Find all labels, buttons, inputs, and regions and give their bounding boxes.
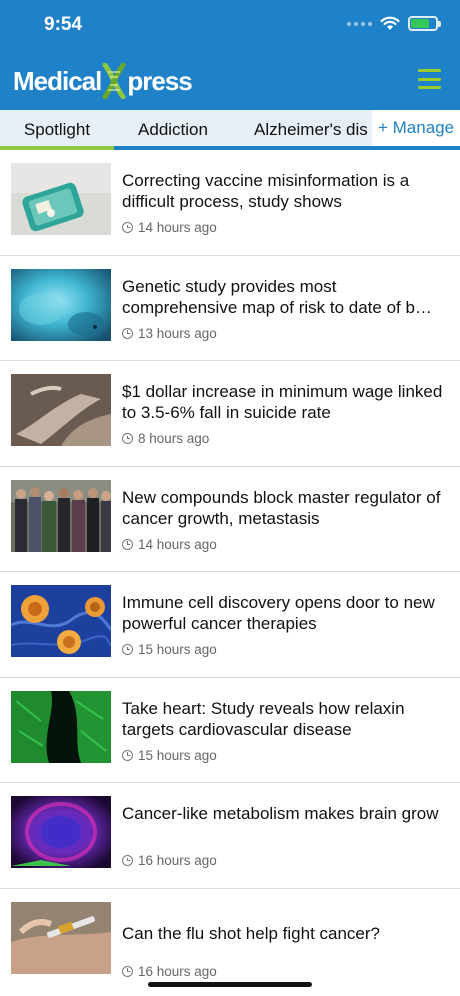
article-meta: 15 hours ago — [122, 748, 217, 763]
article-headline: Can the flu shot help fight cancer? — [122, 923, 380, 943]
article-time: 15 hours ago — [138, 747, 217, 763]
category-tabs: Spotlight Addiction Alzheimer's dis + Ma… — [0, 110, 460, 150]
article-headline: Cancer-like metabolism makes brain grow — [122, 804, 439, 823]
article-meta: 14 hours ago — [122, 220, 217, 235]
status-icons — [347, 16, 441, 31]
status-bar: 9:54 — [0, 0, 460, 50]
vaccine-card-image — [11, 163, 111, 235]
cellular-signal-icon — [347, 21, 372, 26]
article-time: 16 hours ago — [138, 963, 217, 979]
article-list: Correcting vaccine misinformation is a d… — [0, 150, 460, 994]
tab-alzheimers[interactable]: Alzheimer's dis — [254, 110, 376, 150]
article-headline: $1 dollar increase in minimum wage linke… — [122, 382, 443, 422]
article-headline: Correcting vaccine misinformation is a d… — [122, 171, 410, 211]
hands-image — [11, 374, 111, 446]
article-item[interactable]: Immune cell discovery opens door to new … — [0, 572, 460, 678]
clock-icon — [122, 327, 133, 339]
article-item[interactable]: New compounds block master regulator of … — [0, 467, 460, 572]
clock-icon — [122, 749, 133, 761]
article-item[interactable]: $1 dollar increase in minimum wage linke… — [0, 361, 460, 467]
article-time: 16 hours ago — [138, 853, 217, 868]
green-fluorescent-image — [11, 690, 111, 763]
article-meta: 16 hours ago — [122, 853, 217, 868]
tab-spotlight[interactable]: Spotlight — [0, 110, 114, 150]
logo-text-right: press — [127, 65, 192, 96]
injection-image — [11, 901, 111, 974]
article-time: 13 hours ago — [138, 325, 217, 341]
article-time: 8 hours ago — [138, 431, 210, 446]
manage-tabs-button[interactable]: + Manage — [372, 110, 460, 146]
article-meta: 8 hours ago — [122, 431, 209, 446]
logo-dna-x-icon — [102, 63, 126, 99]
article-meta: 16 hours ago — [122, 964, 217, 979]
cells-illustration — [11, 585, 111, 657]
article-item[interactable]: Genetic study provides most comprehensiv… — [0, 256, 460, 361]
article-headline: Genetic study provides most comprehensiv… — [122, 276, 432, 317]
article-time: 14 hours ago — [138, 536, 217, 552]
article-item[interactable]: Cancer-like metabolism makes brain grow … — [0, 783, 460, 889]
article-meta: 15 hours ago — [122, 642, 217, 657]
clock-icon — [122, 855, 133, 866]
hamburger-menu-icon[interactable] — [418, 69, 441, 89]
home-indicator[interactable] — [148, 982, 312, 987]
clock-icon — [122, 433, 133, 444]
research-group-photo — [11, 479, 111, 552]
clock-icon — [122, 222, 133, 233]
article-item[interactable]: Can the flu shot help fight cancer? 16 h… — [0, 889, 460, 995]
article-headline: Immune cell discovery opens door to new … — [122, 593, 435, 633]
blue-tissue-image — [11, 268, 111, 341]
status-time: 9:54 — [44, 14, 83, 35]
app-header: 9:54 Medical press — [0, 0, 460, 110]
medicalxpress-logo: Medical press — [13, 63, 193, 99]
article-headline: New compounds block master regulator of … — [122, 487, 441, 528]
clock-icon — [122, 644, 133, 655]
article-time: 15 hours ago — [138, 642, 217, 657]
clock-icon — [122, 965, 133, 977]
article-item[interactable]: Correcting vaccine misinformation is a d… — [0, 150, 460, 256]
article-time: 14 hours ago — [138, 220, 217, 235]
battery-icon — [408, 16, 441, 31]
wifi-icon — [380, 16, 400, 30]
logo-text-left: Medical — [13, 65, 102, 96]
article-headline: Take heart: Study reveals how relaxin ta… — [122, 698, 405, 739]
purple-fluorescent-image — [11, 796, 111, 868]
article-meta: 13 hours ago — [122, 326, 217, 341]
article-item[interactable]: Take heart: Study reveals how relaxin ta… — [0, 678, 460, 783]
tab-addiction[interactable]: Addiction — [114, 110, 232, 150]
article-meta: 14 hours ago — [122, 537, 217, 552]
clock-icon — [122, 538, 133, 550]
